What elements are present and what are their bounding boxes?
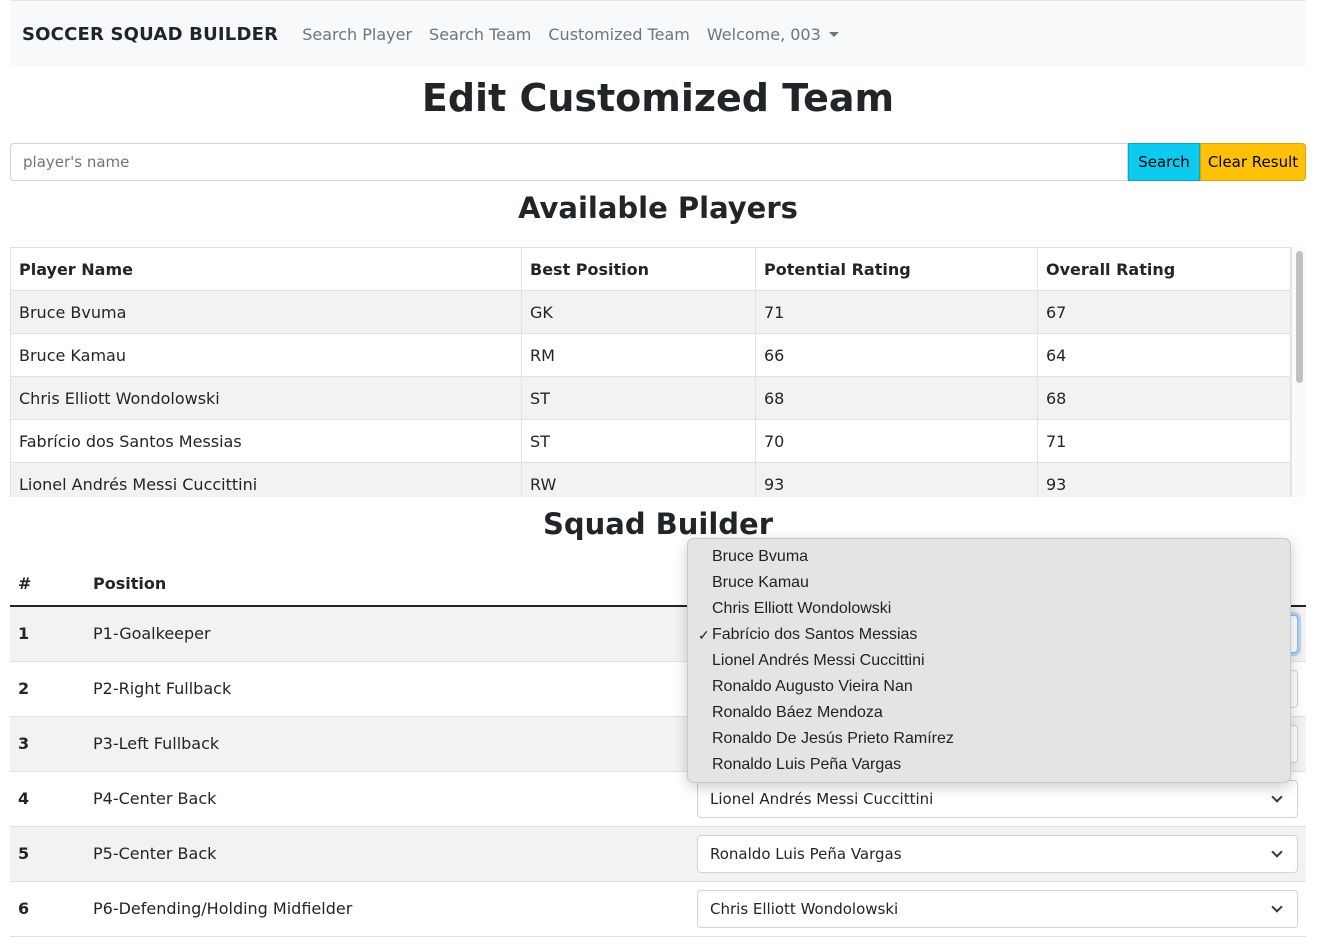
position-cell: P6-Defending/Holding Midfielder — [85, 881, 689, 937]
dropdown-option[interactable]: Chris Elliott Wondolowski — [688, 596, 1290, 622]
caret-down-icon — [828, 31, 839, 37]
player-search-form: Search Clear Result — [10, 143, 1306, 181]
dropdown-option-label: Bruce Bvuma — [712, 548, 809, 565]
available-players-scroll-area[interactable]: Player Name Best Position Potential Rati… — [10, 247, 1306, 497]
page-title: Edit Customized Team — [421, 76, 895, 120]
dropdown-option-label: Ronaldo Luis Peña Vargas — [712, 756, 902, 773]
available-players-table: Player Name Best Position Potential Rati… — [10, 247, 1291, 497]
navbar: SOCCER SQUAD BUILDER Search Player Searc… — [10, 0, 1306, 67]
row-number: 6 — [10, 881, 85, 937]
player-name-cell: Chris Elliott Wondolowski — [10, 376, 522, 420]
player-search-input[interactable] — [10, 143, 1128, 181]
dropdown-option[interactable]: Ronaldo Luis Peña Vargas — [688, 752, 1290, 778]
checkmark-icon: ✓ — [698, 627, 710, 643]
potential-rating-cell: 93 — [755, 462, 1038, 497]
best-position-cell: RM — [521, 333, 756, 377]
search-button[interactable]: Search — [1128, 143, 1200, 181]
dropdown-option[interactable]: Bruce Kamau — [688, 570, 1290, 596]
overall-rating-cell: 68 — [1037, 376, 1291, 420]
player-select-p4[interactable]: Lionel Andrés Messi Cuccittini — [697, 779, 1298, 818]
chevron-down-icon — [1271, 900, 1283, 913]
dropdown-option-label: Chris Elliott Wondolowski — [712, 600, 892, 617]
dropdown-option[interactable]: Ronaldo Augusto Vieira Nan — [688, 674, 1290, 700]
row-number: 2 — [10, 661, 85, 717]
table-row[interactable]: Bruce Kamau RM 66 64 — [10, 333, 1291, 377]
table-row[interactable]: Chris Elliott Wondolowski ST 68 68 — [10, 376, 1291, 420]
potential-rating-cell: 66 — [755, 333, 1038, 377]
nav-link-customized-team[interactable]: Customized Team — [548, 25, 690, 44]
user-menu-toggle[interactable]: Welcome, 003 — [707, 25, 839, 44]
best-position-cell: GK — [521, 290, 756, 334]
clear-result-button[interactable]: Clear Result — [1200, 143, 1306, 181]
table-header-row: Player Name Best Position Potential Rati… — [10, 247, 1291, 291]
position-cell: P3-Left Fullback — [85, 716, 689, 772]
dropdown-option[interactable]: Lionel Andrés Messi Cuccittini — [688, 648, 1290, 674]
overall-rating-cell: 67 — [1037, 290, 1291, 334]
dropdown-option-label: Ronaldo Báez Mendoza — [712, 704, 883, 721]
potential-rating-cell: 71 — [755, 290, 1038, 334]
dropdown-option[interactable]: Bruce Bvuma — [688, 544, 1290, 570]
player-name-cell: Bruce Kamau — [10, 333, 522, 377]
available-players-title: Available Players — [518, 191, 798, 225]
row-number: 3 — [10, 716, 85, 772]
player-select-cell: Chris Elliott Wondolowski — [689, 881, 1306, 937]
table-row: 5 P5-Center Back Ronaldo Luis Peña Varga… — [10, 826, 1306, 882]
dropdown-option-label: Bruce Kamau — [712, 574, 809, 591]
player-select-value: Ronaldo Luis Peña Vargas — [710, 844, 902, 863]
player-select-value: Chris Elliott Wondolowski — [710, 899, 899, 918]
table-row[interactable]: Bruce Bvuma GK 71 67 — [10, 290, 1291, 334]
dropdown-option-selected[interactable]: ✓ Fabrício dos Santos Messias — [688, 622, 1290, 648]
best-position-cell: RW — [521, 462, 756, 497]
dropdown-option[interactable]: Ronaldo De Jesús Prieto Ramírez — [688, 726, 1290, 752]
user-menu-label: Welcome, 003 — [706, 24, 821, 44]
column-header-best-position: Best Position — [521, 247, 756, 291]
column-header-player-name: Player Name — [10, 247, 522, 291]
column-header-potential-rating: Potential Rating — [755, 247, 1038, 291]
player-name-cell: Bruce Bvuma — [10, 290, 522, 334]
player-select-value: Lionel Andrés Messi Cuccittini — [710, 789, 934, 808]
column-header-number: # — [10, 562, 85, 607]
position-cell: P5-Center Back — [85, 826, 689, 882]
nav-link-search-team[interactable]: Search Team — [429, 25, 531, 44]
row-number: 1 — [10, 606, 85, 662]
table-scrollbar[interactable] — [1291, 247, 1306, 497]
best-position-cell: ST — [521, 376, 756, 420]
row-number: 4 — [10, 771, 85, 827]
player-name-cell: Lionel Andrés Messi Cuccittini — [10, 462, 522, 497]
column-header-overall-rating: Overall Rating — [1037, 247, 1291, 291]
column-header-position: Position — [85, 562, 689, 607]
table-row[interactable]: Fabrício dos Santos Messias ST 70 71 — [10, 419, 1291, 463]
player-select-dropdown-list: Bruce Bvuma Bruce Kamau Chris Elliott Wo… — [687, 538, 1291, 783]
best-position-cell: ST — [521, 419, 756, 463]
player-select-cell: Ronaldo Luis Peña Vargas — [689, 826, 1306, 882]
chevron-down-icon — [1271, 845, 1283, 858]
row-number: 5 — [10, 826, 85, 882]
player-name-cell: Fabrício dos Santos Messias — [10, 419, 522, 463]
overall-rating-cell: 71 — [1037, 419, 1291, 463]
position-cell: P4-Center Back — [85, 771, 689, 827]
player-select-p6[interactable]: Chris Elliott Wondolowski — [697, 889, 1298, 928]
brand-logo[interactable]: SOCCER SQUAD BUILDER — [22, 24, 278, 45]
chevron-down-icon — [1271, 790, 1283, 803]
dropdown-option-label: Lionel Andrés Messi Cuccittini — [712, 652, 925, 669]
dropdown-option-label: Ronaldo Augusto Vieira Nan — [712, 678, 913, 695]
player-select-p5[interactable]: Ronaldo Luis Peña Vargas — [697, 834, 1298, 873]
overall-rating-cell: 64 — [1037, 333, 1291, 377]
overall-rating-cell: 93 — [1037, 462, 1291, 497]
table-scrollbar-thumb[interactable] — [1296, 251, 1303, 383]
position-cell: P2-Right Fullback — [85, 661, 689, 717]
potential-rating-cell: 70 — [755, 419, 1038, 463]
potential-rating-cell: 68 — [755, 376, 1038, 420]
nav-link-search-player[interactable]: Search Player — [302, 25, 412, 44]
table-row[interactable]: Lionel Andrés Messi Cuccittini RW 93 93 — [10, 462, 1291, 497]
dropdown-option-label: Fabrício dos Santos Messias — [712, 626, 918, 643]
squad-builder-title: Squad Builder — [542, 507, 774, 541]
table-row: 6 P6-Defending/Holding Midfielder Chris … — [10, 881, 1306, 937]
dropdown-option[interactable]: Ronaldo Báez Mendoza — [688, 700, 1290, 726]
position-cell: P1-Goalkeeper — [85, 606, 689, 662]
dropdown-option-label: Ronaldo De Jesús Prieto Ramírez — [712, 730, 954, 747]
